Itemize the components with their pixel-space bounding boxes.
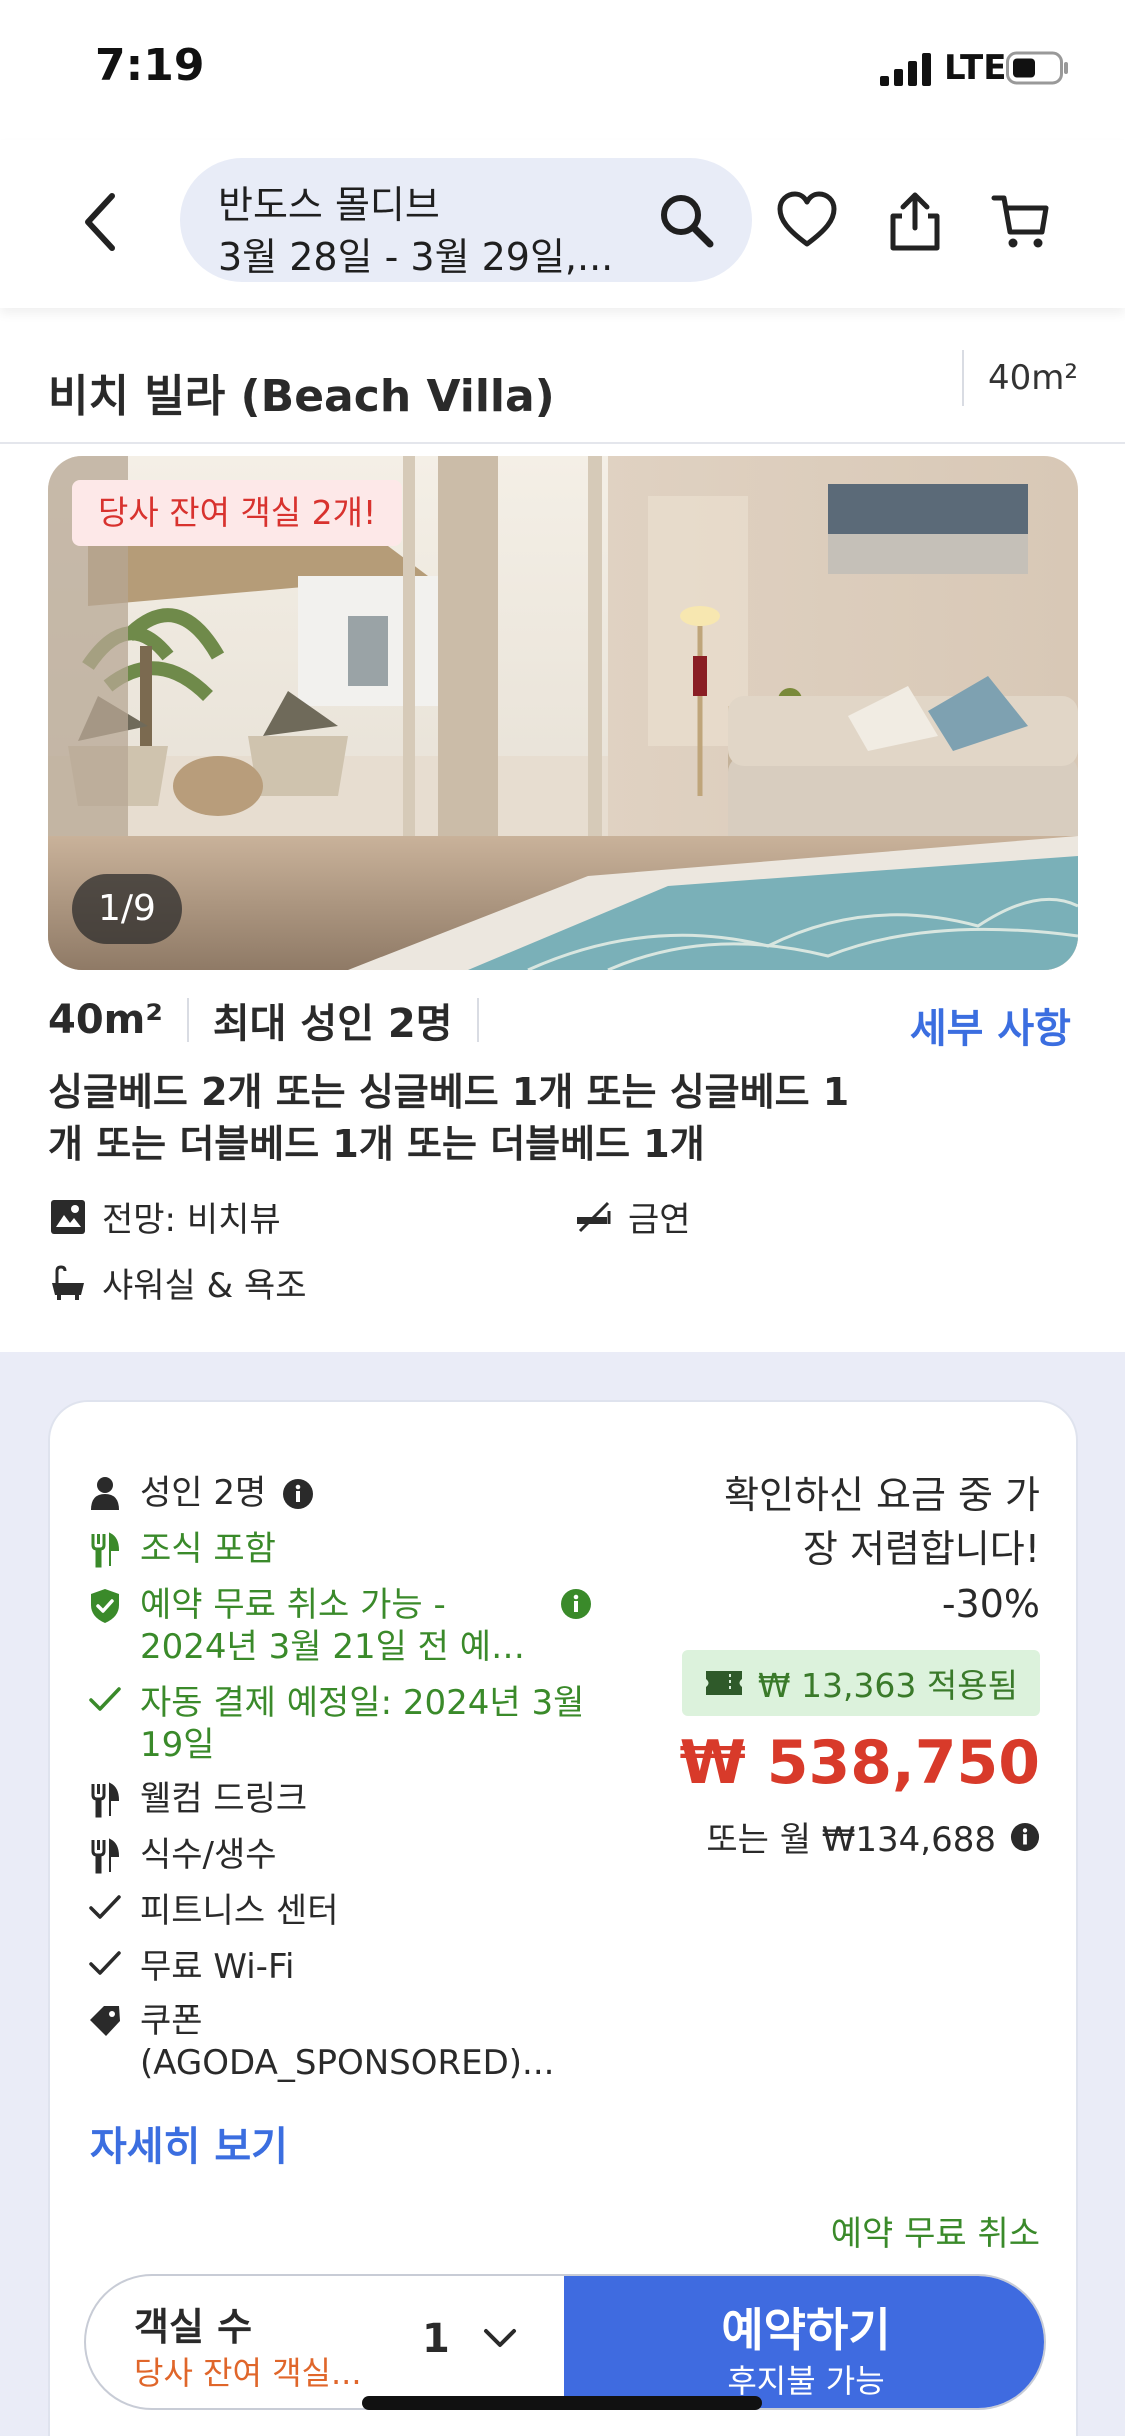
info-icon[interactable] bbox=[1010, 1822, 1040, 1852]
book-button[interactable]: 예약하기 후지불 가능 bbox=[564, 2276, 1044, 2408]
price: ₩ 538,750 bbox=[679, 1728, 1040, 1798]
check-icon bbox=[89, 1895, 121, 1919]
share-icon[interactable] bbox=[884, 190, 946, 252]
back-button[interactable] bbox=[70, 182, 130, 262]
feature-text: 피트니스 센터 bbox=[140, 1891, 339, 1931]
fork-knife-icon bbox=[91, 1838, 120, 1874]
book-button-label: 예약하기 bbox=[721, 2303, 891, 2357]
amenity-smoking-text: 금연 bbox=[628, 1200, 691, 1240]
feature-free-cancel: 예약 무료 취소 가능 - 2024년 3월 21일 전 예… bbox=[88, 1584, 592, 1668]
no-smoking-icon bbox=[577, 1201, 611, 1232]
feature-text: 조식 포함 bbox=[140, 1529, 276, 1569]
feature-coupon: 쿠폰 (AGODA_SPONSORED)... bbox=[88, 2000, 570, 2084]
room-meta-row: 40m² 최대 성인 2명 bbox=[48, 990, 503, 1050]
feature-text: 웰컴 드링크 bbox=[140, 1779, 308, 1819]
heart-icon[interactable] bbox=[776, 190, 838, 252]
chevron-down-icon bbox=[484, 2329, 516, 2347]
signal-icon bbox=[880, 53, 931, 86]
dates-text: 3월 28일 - 3월 29일,... bbox=[218, 235, 614, 279]
scarcity-badge: 당사 잔여 객실 2개! bbox=[72, 480, 403, 546]
home-indicator bbox=[362, 2396, 762, 2410]
feature-text: 식수/생수 bbox=[140, 1835, 277, 1875]
discount-percent: -30% bbox=[941, 1582, 1040, 1626]
bathtub-icon bbox=[52, 1264, 84, 1300]
feature-welcome-drink: 웰컴 드링크 bbox=[88, 1778, 600, 1820]
feature-adults: 성인 2명 bbox=[88, 1472, 314, 1514]
info-icon[interactable] bbox=[282, 1478, 314, 1510]
divider bbox=[186, 998, 189, 1042]
photo-counter: 1/9 bbox=[72, 874, 182, 944]
amenity-view: 전망: 비치뷰 bbox=[48, 1192, 281, 1241]
info-icon[interactable] bbox=[560, 1588, 592, 1620]
feature-text: 무료 Wi-Fi bbox=[140, 1947, 295, 1987]
search-icon[interactable] bbox=[656, 190, 716, 250]
cart-icon[interactable] bbox=[990, 190, 1052, 252]
amenity-bath-text: 샤워실 & 욕조 bbox=[102, 1266, 307, 1306]
more-details-link[interactable]: 자세히 보기 bbox=[90, 2114, 288, 2172]
feature-fitness: 피트니스 센터 bbox=[88, 1890, 600, 1932]
feature-wifi: 무료 Wi-Fi bbox=[88, 1946, 600, 1988]
fork-knife-icon bbox=[91, 1532, 120, 1568]
person-icon bbox=[91, 1477, 119, 1510]
feature-auto-pay: 자동 결제 예정일: 2024년 3월 19일 bbox=[88, 1682, 600, 1766]
feature-breakfast: 조식 포함 bbox=[88, 1528, 600, 1570]
destination-text: 반도스 몰디브 bbox=[218, 183, 440, 227]
search-summary-pill[interactable]: 반도스 몰디브 3월 28일 - 3월 29일,... bbox=[180, 158, 752, 282]
feature-text: 성인 2명 bbox=[140, 1473, 267, 1513]
search-header: 반도스 몰디브 3월 28일 - 3월 29일,... bbox=[0, 140, 1125, 308]
amenity-view-text: 전망: 비치뷰 bbox=[102, 1200, 281, 1240]
booking-action-bar: 객실 수 당사 잔여 객실... 1 예약하기 후지불 가능 bbox=[84, 2274, 1046, 2410]
check-icon bbox=[89, 1951, 121, 1975]
free-cancel-note: 예약 무료 취소 bbox=[830, 2214, 1040, 2254]
fork-knife-icon bbox=[91, 1782, 120, 1818]
amenity-smoking: 금연 bbox=[574, 1192, 691, 1241]
room-count-label: 객실 수 bbox=[134, 2305, 253, 2349]
room-photo[interactable]: 당사 잔여 객실 2개! 1/9 bbox=[48, 456, 1078, 970]
feature-text: 쿠폰 (AGODA_SPONSORED)... bbox=[140, 2001, 555, 2083]
network-label: LTE bbox=[944, 48, 1007, 88]
chevron-left-icon bbox=[85, 193, 115, 251]
coupon-applied-text: ₩ 13,363 적용됨 bbox=[757, 1666, 1018, 1705]
room-size: 40m² bbox=[48, 997, 163, 1043]
divider bbox=[476, 998, 479, 1042]
room-size-summary: 40m² bbox=[962, 350, 1078, 406]
ticket-icon bbox=[705, 1671, 742, 1695]
status-time: 7:19 bbox=[95, 40, 205, 91]
feature-water: 식수/생수 bbox=[88, 1834, 600, 1876]
battery-icon bbox=[1006, 51, 1068, 85]
coupon-applied-badge: ₩ 13,363 적용됨 bbox=[681, 1650, 1040, 1716]
bed-options: 싱글베드 2개 또는 싱글베드 1개 또는 싱글베드 1개 또는 더블베드 1개… bbox=[48, 1070, 850, 1166]
tag-icon bbox=[90, 2006, 120, 2036]
feature-text: 예약 무료 취소 가능 - 2024년 3월 21일 전 예… bbox=[140, 1585, 526, 1667]
monthly-price-text: 또는 월 ₩134,688 bbox=[706, 1820, 996, 1860]
room-title: 비치 빌라 (Beach Villa) bbox=[48, 371, 555, 422]
room-title-row: 비치 빌라 (Beach Villa) 40m² bbox=[0, 336, 1125, 444]
room-count-value: 1 bbox=[422, 2316, 450, 2362]
details-link[interactable]: 세부 사항 bbox=[910, 996, 1071, 1054]
shield-check-icon bbox=[91, 1589, 119, 1623]
room-availability-note: 당사 잔여 객실... bbox=[134, 2354, 362, 2392]
room-count-selector[interactable]: 객실 수 당사 잔여 객실... 1 bbox=[86, 2276, 564, 2408]
cheapest-note: 확인하신 요금 중 가장 저렴합니다! bbox=[724, 1473, 1040, 1571]
room-occupancy: 최대 성인 2명 bbox=[212, 1001, 453, 1047]
amenity-bath: 샤워실 & 욕조 bbox=[48, 1258, 307, 1307]
feature-text: 자동 결제 예정일: 2024년 3월 19일 bbox=[140, 1683, 585, 1765]
check-icon bbox=[89, 1687, 121, 1711]
view-icon bbox=[51, 1199, 85, 1234]
status-bar: 7:19 LTE bbox=[0, 0, 1125, 140]
offer-card: 성인 2명 조식 포함 예약 무료 취소 가능 - 2024년 3월 21일 전… bbox=[48, 1400, 1078, 2436]
monthly-price: 또는 월 ₩134,688 bbox=[706, 1812, 1040, 1861]
